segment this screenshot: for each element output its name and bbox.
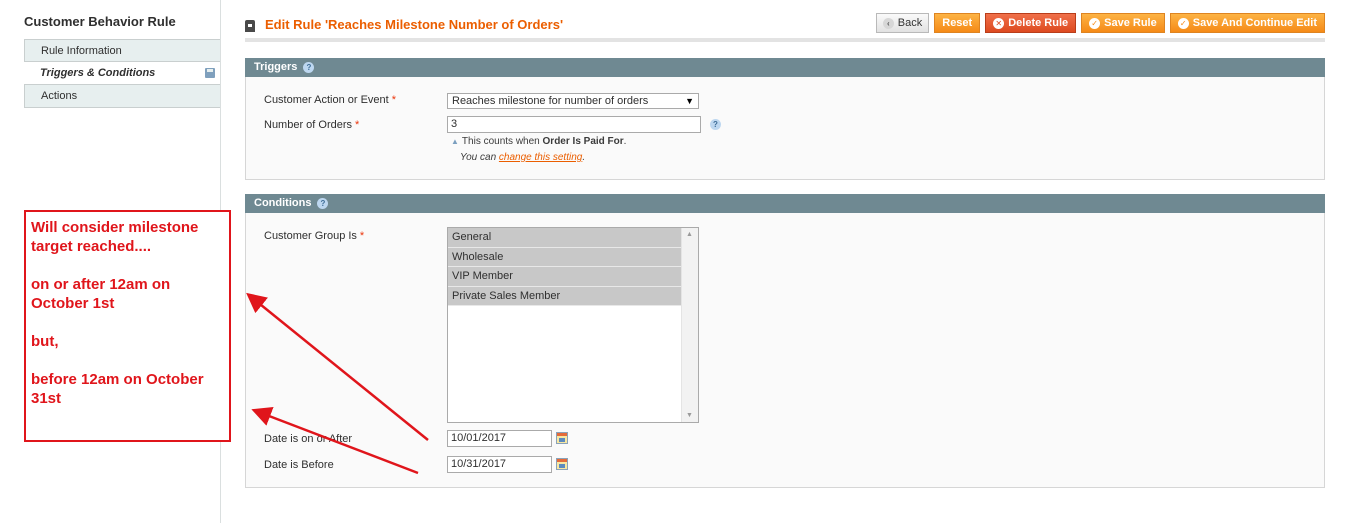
conditions-header: Conditions ? [245, 194, 1325, 213]
dropdown-arrow-icon: ▼ [685, 96, 694, 106]
help-icon[interactable]: ? [317, 198, 329, 209]
customer-group-label-text: Customer Group Is [264, 230, 357, 242]
scroll-down-icon[interactable]: ▼ [686, 412, 693, 419]
change-setting-link[interactable]: change this setting [499, 152, 582, 163]
action-event-label: Customer Action or Event * [264, 94, 397, 106]
delete-icon: ✕ [993, 17, 1005, 29]
annotation-line: October 1st [31, 295, 115, 312]
back-button-label: Back [897, 17, 923, 29]
save-rule-button-label: Save Rule [1104, 17, 1157, 29]
scrollbar[interactable]: ▲ ▼ [681, 228, 698, 422]
save-continue-button-label: Save And Continue Edit [1192, 17, 1317, 29]
paid-note: ▲ This counts when Order Is Paid For. [451, 136, 626, 147]
header-divider [245, 38, 1325, 42]
annotation-line: but, [31, 333, 59, 350]
action-event-value: Reaches milestone for number of orders [452, 95, 649, 107]
number-of-orders-input[interactable]: 3 [447, 116, 701, 133]
delete-rule-button[interactable]: ✕ Delete Rule [985, 13, 1077, 33]
action-event-select[interactable]: Reaches milestone for number of orders ▼ [447, 93, 699, 109]
orders-label-text: Number of Orders [264, 119, 353, 131]
note-bold-text: Order Is Paid For [542, 136, 624, 147]
date-before-label: Date is Before [264, 459, 334, 471]
save-rule-button[interactable]: ✓ Save Rule [1081, 13, 1165, 33]
customer-group-label: Customer Group Is * [264, 230, 365, 242]
note-text: This counts when [461, 136, 543, 147]
back-arrow-icon: ‹ [882, 17, 894, 29]
list-item[interactable]: General [448, 228, 682, 248]
save-continue-button[interactable]: ✓ Save And Continue Edit [1169, 13, 1325, 33]
note2-text: You can [460, 152, 499, 163]
changed-save-icon [205, 68, 215, 78]
orders-label: Number of Orders * [264, 119, 360, 131]
list-item[interactable]: Wholesale [448, 247, 682, 267]
annotation-line [31, 313, 224, 332]
back-button[interactable]: ‹ Back [875, 13, 930, 33]
toolbar: ‹ Back Reset ✕ Delete Rule ✓ Save Rule ✓… [875, 13, 1325, 33]
change-setting-note: You can change this setting. [460, 152, 585, 163]
note-suffix: . [623, 136, 627, 147]
calendar-icon[interactable] [556, 458, 568, 470]
scroll-up-icon[interactable]: ▲ [686, 231, 693, 238]
help-icon[interactable]: ? [710, 119, 721, 130]
tab-actions[interactable]: Actions [24, 85, 221, 108]
delete-rule-button-label: Delete Rule [1008, 17, 1069, 29]
page-title: Edit Rule 'Reaches Milestone Number of O… [265, 17, 564, 32]
triangle-icon: ▲ [451, 137, 459, 146]
conditions-body [245, 213, 1325, 488]
sidebar-tabs: Rule Information Triggers & Conditions A… [24, 39, 221, 108]
rule-edit-icon [245, 20, 255, 32]
list-item[interactable]: VIP Member [448, 267, 682, 287]
reset-button-label: Reset [942, 17, 973, 29]
annotation-line: 31st [31, 390, 62, 407]
action-event-label-text: Customer Action or Event [264, 94, 389, 106]
reset-button[interactable]: Reset [934, 13, 981, 33]
tab-triggers-conditions[interactable]: Triggers & Conditions [24, 62, 221, 85]
date-after-label: Date is on or After [264, 433, 353, 445]
calendar-icon[interactable] [556, 432, 568, 444]
list-item[interactable]: Private Sales Member [448, 286, 682, 306]
checkmark-icon: ✓ [1177, 17, 1189, 29]
annotation-line: Will consider milestone [31, 219, 199, 236]
sidebar-title: Customer Behavior Rule [24, 14, 176, 29]
triggers-body [245, 77, 1325, 180]
annotation-line: on or after 12am on [31, 276, 171, 293]
help-icon[interactable]: ? [303, 62, 315, 73]
checkmark-icon: ✓ [1089, 17, 1101, 29]
annotation-line [31, 256, 224, 275]
conditions-heading: Conditions [254, 197, 312, 209]
tab-rule-information[interactable]: Rule Information [24, 39, 221, 62]
triggers-heading: Triggers [254, 61, 298, 73]
annotation-box: Will consider milestone target reached..… [24, 210, 231, 442]
triggers-header: Triggers ? [245, 58, 1325, 77]
customer-group-multiselect[interactable]: General Wholesale VIP Member Private Sal… [447, 227, 699, 423]
note2-suffix: . [582, 152, 586, 163]
date-after-input[interactable]: 10/01/2017 [447, 430, 552, 447]
annotation-line [31, 351, 224, 370]
tab-triggers-conditions-label: Triggers & Conditions [40, 67, 156, 79]
date-before-input[interactable]: 10/31/2017 [447, 456, 552, 473]
annotation-line: before 12am on October [31, 371, 204, 388]
annotation-line: target reached.... [31, 238, 152, 255]
